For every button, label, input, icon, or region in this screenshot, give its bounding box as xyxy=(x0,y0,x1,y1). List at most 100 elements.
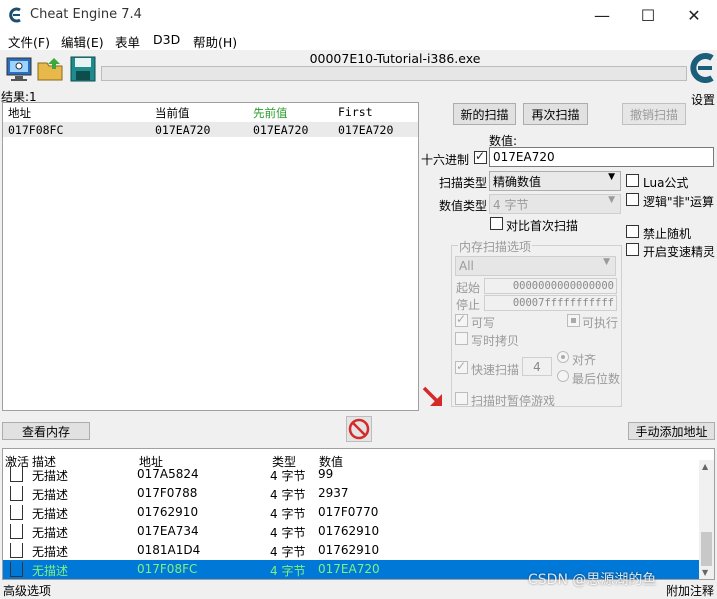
memory-region-value: All xyxy=(459,259,474,273)
save-file-icon[interactable] xyxy=(68,55,98,83)
pause-game-label: 扫描时暂停游戏 xyxy=(471,394,556,408)
align-radio[interactable] xyxy=(557,351,569,363)
result-address: 017F08FC xyxy=(8,123,64,137)
scan-value-input[interactable]: 017EA720 xyxy=(489,147,714,167)
hex-checkbox[interactable] xyxy=(474,149,487,164)
view-memory-button[interactable]: 查看内存 xyxy=(2,422,90,440)
active-checkbox[interactable] xyxy=(10,486,23,501)
scrollbar-thumb[interactable] xyxy=(701,532,712,566)
memory-region-select[interactable]: All ▼ xyxy=(455,256,616,276)
process-name: 00007E10-Tutorial-i386.exe xyxy=(309,51,481,66)
minimize-button[interactable]: — xyxy=(579,0,625,30)
menu-table[interactable]: 表单 xyxy=(115,32,140,51)
menu-help[interactable]: 帮助(H) xyxy=(193,32,237,51)
row-value: 017F0770 xyxy=(318,505,379,519)
found-addresses-list[interactable]: 地址 当前值 先前值 First 017F08FC 017EA720 017EA… xyxy=(2,102,419,411)
menu-file[interactable]: 文件(F) xyxy=(8,32,50,51)
scroll-down-icon[interactable]: ▼ xyxy=(702,568,708,577)
results-header-previous[interactable]: 先前值 xyxy=(253,105,288,121)
chevron-down-icon: ▼ xyxy=(603,257,610,267)
no-random-checkbox[interactable] xyxy=(626,225,639,238)
row-address: 017F0788 xyxy=(137,486,198,500)
row-description: 无描述 xyxy=(32,564,69,578)
results-header-address[interactable]: 地址 xyxy=(8,105,31,121)
result-first: 017EA720 xyxy=(338,123,394,137)
copy-on-write-label: 写时拷贝 xyxy=(471,334,520,348)
value-type-value: 4 字节 xyxy=(493,197,529,212)
lua-formula-label: Lua公式 xyxy=(643,176,689,190)
writable-checkbox[interactable] xyxy=(455,312,468,327)
settings-logo-icon[interactable] xyxy=(688,52,717,86)
start-address-input[interactable]: 0000000000000000 xyxy=(484,278,617,294)
last-digits-label: 最后位数 xyxy=(572,372,621,386)
row-value: 01762910 xyxy=(318,524,380,538)
scan-progress-bar xyxy=(101,66,687,81)
menu-bar: 文件(F) 编辑(E) 表单 D3D 帮助(H) xyxy=(0,30,717,50)
row-value: 01762910 xyxy=(318,543,380,557)
executable-checkbox[interactable] xyxy=(567,314,580,327)
window-title: Cheat Engine 7.4 xyxy=(30,7,142,22)
writable-label: 可写 xyxy=(471,316,496,330)
value-type-select[interactable]: 4 字节 ▼ xyxy=(489,194,621,214)
row-type: 4 字节 xyxy=(270,564,306,578)
no-random-label: 禁止随机 xyxy=(643,227,692,241)
results-header-first[interactable]: First xyxy=(338,105,373,119)
menu-d3d[interactable]: D3D xyxy=(153,32,180,47)
row-type: 4 字节 xyxy=(270,545,306,559)
hex-label: 十六进制 xyxy=(421,153,470,167)
new-scan-button[interactable]: 新的扫描 xyxy=(453,103,516,125)
fast-scan-label: 快速扫描 xyxy=(471,363,520,377)
row-description: 无描述 xyxy=(32,507,69,521)
address-list-table[interactable]: 激活 描述 地址 类型 数值 无描述 017A5824 4 字节 99 无描述 017F… xyxy=(2,448,715,580)
row-value: 99 xyxy=(318,467,334,481)
close-button[interactable]: ✕ xyxy=(671,0,717,30)
memory-options-title: 内存扫描选项 xyxy=(458,238,533,255)
next-scan-button[interactable]: 再次扫描 xyxy=(523,103,588,125)
clear-list-icon[interactable] xyxy=(346,416,372,442)
address-list-scrollbar[interactable]: ▲ ▼ xyxy=(699,460,714,579)
add-to-list-arrow-icon[interactable] xyxy=(420,384,448,412)
active-checkbox[interactable] xyxy=(10,467,23,482)
not-logic-checkbox[interactable] xyxy=(626,193,639,206)
row-address: 0181A1D4 xyxy=(137,543,201,557)
speedhack-checkbox[interactable] xyxy=(626,243,639,256)
lua-formula-checkbox[interactable] xyxy=(626,174,639,187)
table-comments-link[interactable]: 附加注释 xyxy=(666,582,714,599)
table-row[interactable]: 无描述 0181A1D4 4 字节 01762910 xyxy=(3,541,699,560)
copy-on-write-checkbox[interactable] xyxy=(455,332,468,345)
fast-scan-alignment-input[interactable]: 4 xyxy=(522,357,552,376)
settings-label[interactable]: 设置 xyxy=(691,91,715,108)
table-row[interactable]: 无描述 01762910 4 字节 017F0770 xyxy=(3,503,699,522)
active-checkbox[interactable] xyxy=(10,524,23,539)
chevron-down-icon: ▼ xyxy=(608,195,615,205)
open-file-icon[interactable] xyxy=(36,55,66,83)
results-header-current[interactable]: 当前值 xyxy=(155,105,190,121)
active-checkbox[interactable] xyxy=(10,543,23,558)
maximize-button[interactable]: ☐ xyxy=(625,0,671,30)
stop-address-input[interactable]: 00007fffffffffff xyxy=(484,295,617,311)
table-row[interactable]: 无描述 017EA734 4 字节 01762910 xyxy=(3,522,699,541)
menu-edit[interactable]: 编辑(E) xyxy=(61,32,104,51)
active-checkbox[interactable] xyxy=(10,505,23,520)
last-digits-radio[interactable] xyxy=(557,370,569,382)
add-address-manually-button[interactable]: 手动添加地址 xyxy=(628,422,715,440)
row-type: 4 字节 xyxy=(270,526,306,540)
table-row[interactable]: 无描述 017F0788 4 字节 2937 xyxy=(3,484,699,503)
row-type: 4 字节 xyxy=(270,469,306,483)
result-previous: 017EA720 xyxy=(253,123,309,137)
scroll-up-icon[interactable]: ▲ xyxy=(702,462,708,471)
row-value: 2937 xyxy=(318,486,349,500)
select-process-icon[interactable] xyxy=(4,55,34,83)
compare-first-checkbox[interactable] xyxy=(490,217,503,230)
active-checkbox[interactable] xyxy=(10,562,23,577)
align-label: 对齐 xyxy=(572,353,597,367)
watermark: CSDN @思源湖的鱼 xyxy=(528,572,657,588)
scan-type-select[interactable]: 精确数值 ▼ xyxy=(489,171,621,191)
advanced-options-link[interactable]: 高级选项 xyxy=(3,582,51,599)
undo-scan-button[interactable]: 撤销扫描 xyxy=(622,103,686,125)
fast-scan-checkbox[interactable] xyxy=(455,359,468,374)
row-value: 017EA720 xyxy=(318,562,380,576)
row-description: 无描述 xyxy=(32,469,69,483)
pause-game-checkbox[interactable] xyxy=(455,392,468,405)
table-row[interactable]: 无描述 017A5824 4 字节 99 xyxy=(3,465,699,484)
